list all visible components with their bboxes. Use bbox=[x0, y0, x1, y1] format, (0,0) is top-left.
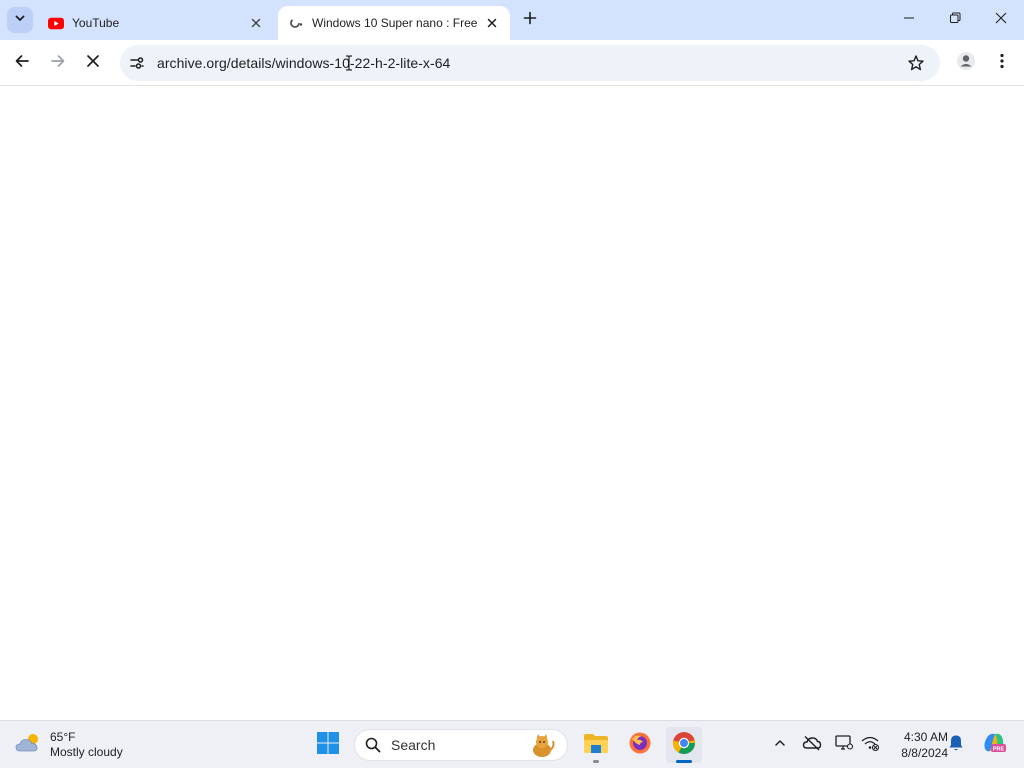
onedrive-button[interactable] bbox=[800, 733, 824, 757]
chevron-down-icon bbox=[14, 11, 26, 29]
arrow-right-icon bbox=[50, 53, 66, 74]
firefox-button[interactable] bbox=[622, 727, 658, 763]
text-cursor-icon bbox=[345, 55, 353, 71]
minimize-icon bbox=[903, 11, 915, 29]
file-explorer-button[interactable] bbox=[578, 727, 614, 763]
close-icon bbox=[86, 54, 100, 73]
active-indicator bbox=[676, 760, 692, 763]
loading-icon bbox=[288, 15, 304, 31]
search-label: Search bbox=[391, 737, 436, 753]
more-vert-icon bbox=[1000, 53, 1004, 74]
tab-title: Windows 10 Super nano : Free bbox=[312, 16, 478, 30]
display-button[interactable] bbox=[832, 733, 856, 757]
tab-title: YouTube bbox=[72, 16, 120, 30]
menu-button[interactable] bbox=[986, 47, 1018, 79]
start-button[interactable] bbox=[310, 727, 346, 763]
notification-bell-icon bbox=[948, 734, 964, 757]
network-button[interactable] bbox=[858, 733, 882, 757]
minimize-button[interactable] bbox=[886, 0, 932, 40]
tab-search-button[interactable] bbox=[7, 7, 33, 33]
weather-widget[interactable]: 65°F Mostly cloudy bbox=[14, 727, 123, 763]
page-content[interactable] bbox=[0, 55, 1024, 720]
address-bar[interactable]: archive.org/details/windows-10-22-h-2-li… bbox=[120, 45, 940, 81]
tab-youtube[interactable]: YouTube bbox=[38, 6, 274, 40]
taskbar: 65°F Mostly cloudy Search 4:30 AM 8/8/20… bbox=[0, 720, 1024, 768]
window-close-button[interactable] bbox=[978, 0, 1024, 40]
clock-time: 4:30 AM bbox=[903, 730, 948, 744]
stop-loading-button[interactable] bbox=[77, 47, 109, 79]
start-icon bbox=[316, 731, 340, 760]
copilot-button[interactable]: PRE bbox=[980, 733, 1008, 757]
arrow-left-icon bbox=[14, 53, 30, 74]
copilot-icon: PRE bbox=[981, 731, 1007, 760]
tab-archive[interactable]: Windows 10 Super nano : Free bbox=[278, 6, 510, 40]
close-icon[interactable] bbox=[482, 13, 502, 33]
chrome-icon bbox=[672, 731, 696, 760]
bookmark-star-icon[interactable] bbox=[902, 49, 930, 77]
plus-icon bbox=[523, 11, 537, 30]
running-indicator bbox=[593, 760, 599, 763]
clock-date: 8/8/2024 bbox=[901, 746, 948, 760]
show-hidden-icons-button[interactable] bbox=[768, 733, 792, 757]
chevron-up-icon bbox=[774, 736, 786, 754]
onedrive-offline-icon bbox=[802, 735, 822, 756]
partly-cloudy-icon bbox=[14, 730, 44, 761]
new-tab-button[interactable] bbox=[518, 8, 542, 32]
restore-button[interactable] bbox=[932, 0, 978, 40]
weather-temperature: 65°F bbox=[50, 730, 76, 744]
file-explorer-icon bbox=[583, 732, 609, 759]
browser-toolbar: archive.org/details/windows-10-22-h-2-li… bbox=[0, 40, 1024, 86]
profile-avatar-icon bbox=[956, 51, 976, 76]
chrome-button[interactable] bbox=[666, 727, 702, 763]
firefox-icon bbox=[628, 731, 652, 760]
search-icon bbox=[365, 737, 381, 753]
display-icon bbox=[834, 734, 854, 757]
close-icon bbox=[995, 11, 1007, 29]
forward-button[interactable] bbox=[42, 47, 74, 79]
tab-strip: YouTube Windows 10 Super nano : Free bbox=[0, 0, 1024, 40]
weather-condition: Mostly cloudy bbox=[50, 745, 123, 759]
youtube-icon bbox=[48, 15, 64, 31]
close-icon[interactable] bbox=[246, 13, 266, 33]
network-icon bbox=[860, 734, 880, 757]
url-text[interactable]: archive.org/details/windows-10-22-h-2-li… bbox=[157, 55, 450, 71]
svg-text:PRE: PRE bbox=[993, 746, 1005, 752]
search-highlight-icon bbox=[527, 733, 557, 764]
clock[interactable]: 4:30 AM 8/8/2024 bbox=[884, 729, 948, 761]
site-settings-icon[interactable] bbox=[122, 48, 152, 78]
restore-icon bbox=[949, 11, 961, 29]
profile-button[interactable] bbox=[950, 47, 982, 79]
taskbar-search[interactable]: Search bbox=[354, 729, 568, 761]
back-button[interactable] bbox=[6, 47, 38, 79]
notification-button[interactable] bbox=[944, 733, 968, 757]
